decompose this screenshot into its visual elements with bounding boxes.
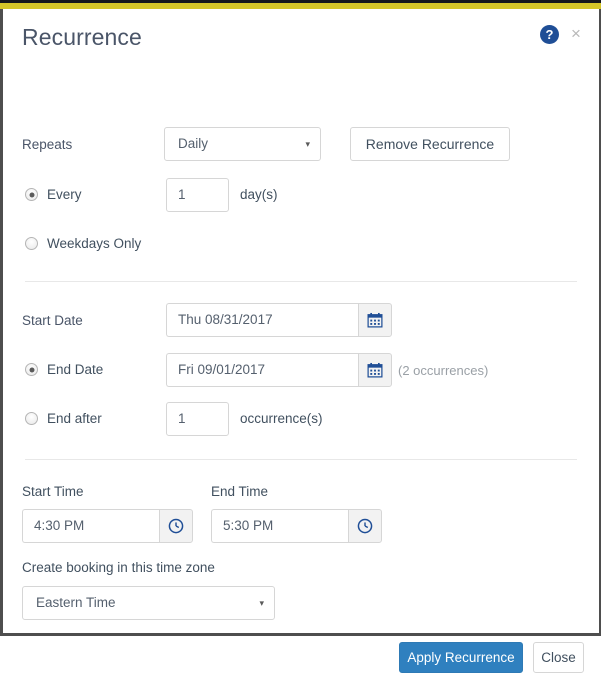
start-time-clock-button[interactable] [159,509,193,543]
svg-text:?: ? [546,27,554,42]
radio-end-date[interactable] [25,363,38,376]
section-divider-2 [25,459,577,460]
close-button[interactable]: Close [533,642,584,673]
radio-every[interactable] [25,188,38,201]
start-time-input[interactable]: 4:30 PM [22,509,159,543]
start-date-label: Start Date [22,313,83,328]
start-date-input[interactable]: Thu 08/31/2017 [166,303,358,337]
page-title: Recurrence [22,24,142,50]
interval-unit-label: day(s) [240,187,278,202]
timezone-select[interactable]: Eastern Time ▾ [22,586,275,620]
radio-weekdays-only-label[interactable]: Weekdays Only [47,236,141,251]
end-time-input[interactable]: 5:30 PM [211,509,348,543]
end-after-unit-label: occurrence(s) [240,411,323,426]
end-after-occurrences-input[interactable]: 1 [166,402,229,436]
repeats-select[interactable]: Daily ▾ [164,127,321,161]
dialog-header: Recurrence ? × [3,9,599,61]
radio-end-after[interactable] [25,412,38,425]
chevron-down-icon: ▾ [305,139,310,149]
end-date-field-group: Fri 09/01/2017 [166,353,392,387]
radio-end-after-label[interactable]: End after [47,411,102,426]
start-time-field-group: 4:30 PM [22,509,193,543]
start-time-label: Start Time [22,484,84,499]
end-date-input[interactable]: Fri 09/01/2017 [166,353,358,387]
end-time-field-group: 5:30 PM [211,509,382,543]
application-window: Recurrence ? × Repeats Daily ▾ Remove Re… [0,0,601,673]
chevron-down-icon: ▾ [259,598,264,608]
remove-recurrence-button[interactable]: Remove Recurrence [350,127,510,161]
end-time-label: End Time [211,484,269,499]
interval-input[interactable]: 1 [166,178,229,212]
apply-recurrence-button[interactable]: Apply Recurrence [399,642,523,673]
radio-end-date-label[interactable]: End Date [47,362,103,377]
close-icon[interactable]: × [568,25,584,42]
radio-weekdays-only[interactable] [25,237,38,250]
start-date-field-group: Thu 08/31/2017 [166,303,392,337]
timezone-label: Create booking in this time zone [22,560,215,575]
help-circle-icon[interactable]: ? [540,25,559,44]
timezone-select-value: Eastern Time [36,595,116,610]
radio-every-label[interactable]: Every [47,187,82,202]
end-time-clock-button[interactable] [348,509,382,543]
repeats-label: Repeats [22,137,73,152]
start-date-calendar-button[interactable] [358,303,392,337]
recurrence-dialog: Recurrence ? × Repeats Daily ▾ Remove Re… [3,9,599,673]
repeats-select-value: Daily [178,136,209,151]
occurrences-note: (2 occurrences) [398,363,489,378]
end-date-calendar-button[interactable] [358,353,392,387]
section-divider-1 [25,281,577,282]
